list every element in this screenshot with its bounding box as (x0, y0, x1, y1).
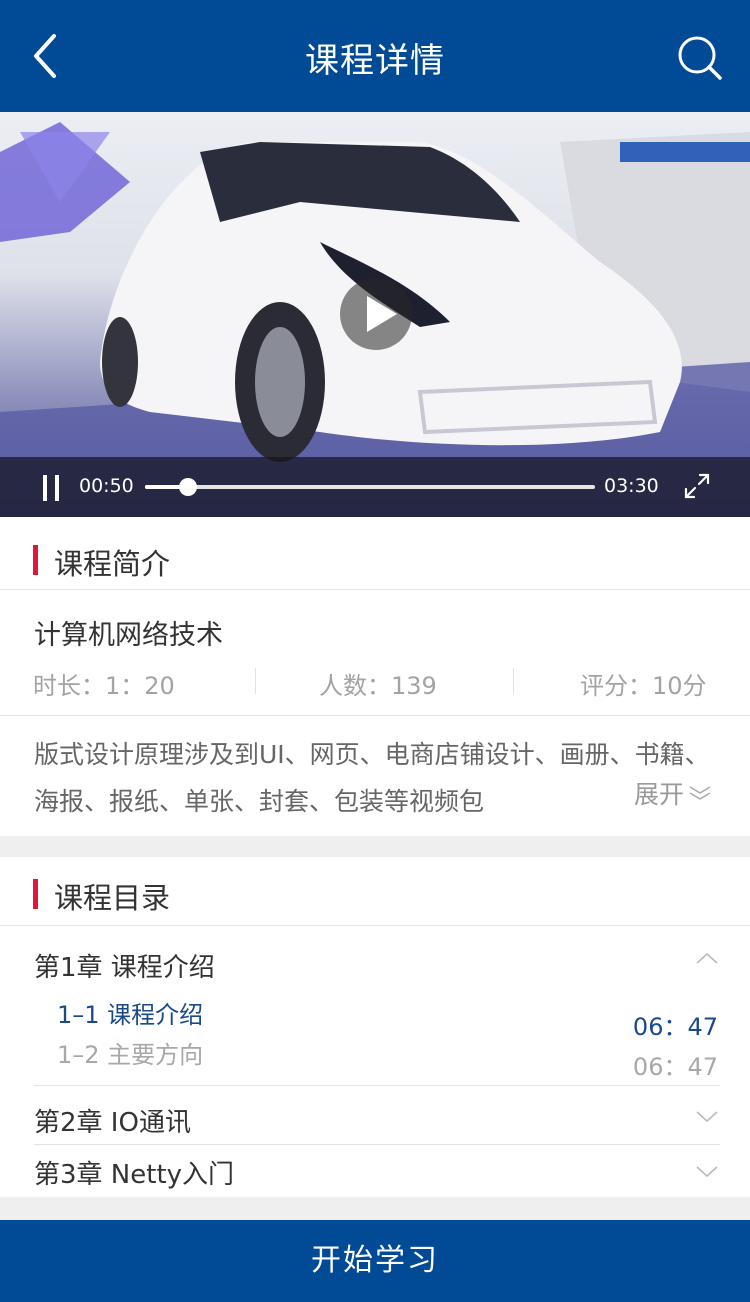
course-description: 版式设计原理涉及到UI、网页、电商店铺设计、画册、书籍、海报、报纸、单张、封套、… (34, 740, 710, 816)
section-title: 课程简介 (54, 547, 171, 581)
expand-button[interactable]: 展开 (634, 775, 712, 811)
play-button[interactable] (340, 278, 412, 350)
meta-divider (513, 668, 514, 694)
chevron-down-icon[interactable] (695, 1110, 719, 1124)
player-control-bar: 00:50 03:30 (0, 457, 750, 517)
progress-slider[interactable] (145, 478, 595, 496)
fullscreen-icon[interactable] (683, 472, 711, 500)
course-name: 计算机网络技术 (34, 620, 223, 651)
lesson-1-2-duration: 06：47 (632, 1053, 718, 1081)
chevron-down-icon[interactable] (695, 1165, 719, 1179)
chapter-1-title[interactable]: 第1章 课程介绍 (34, 947, 215, 984)
progress-knob[interactable] (178, 478, 197, 496)
meta-divider (255, 668, 256, 694)
section-header: 课程目录 (0, 857, 750, 926)
course-catalog-section: 课程目录 第1章 课程介绍 1–1 课程介绍 06：47 1–2 主要方向 06… (0, 857, 750, 1197)
lesson-1-2[interactable]: 1–2 主要方向 (57, 1035, 203, 1070)
search-icon[interactable] (676, 34, 724, 82)
course-duration: 时长：1：20 (33, 672, 175, 700)
video-player[interactable]: 00:50 03:30 (0, 112, 750, 517)
start-learning-button[interactable]: 开始学习 (0, 1220, 750, 1302)
chevron-up-icon[interactable] (695, 951, 719, 965)
divider (34, 1085, 720, 1086)
section-marker (33, 879, 38, 909)
course-enrollment: 人数：139 (319, 672, 437, 700)
pause-icon[interactable] (40, 475, 62, 501)
section-header: 课程简介 (0, 517, 750, 590)
chapter-2-title[interactable]: 第2章 IO通讯 (34, 1102, 191, 1139)
chapter-3-title[interactable]: 第3章 Netty入门 (34, 1154, 234, 1191)
total-time: 03:30 (604, 475, 659, 497)
expand-label: 展开 (634, 780, 685, 809)
course-rating: 评分：10分 (580, 672, 707, 700)
divider (34, 1144, 720, 1145)
double-chevron-down-icon (689, 786, 711, 800)
lesson-1-1[interactable]: 1–1 课程介绍 (57, 995, 203, 1030)
current-time: 00:50 (79, 475, 134, 497)
section-marker (33, 545, 38, 575)
page-title: 课程详情 (305, 41, 445, 81)
course-intro-section: 课程简介 计算机网络技术 时长：1：20 人数：139 评分：10分 版式设计原… (0, 517, 750, 836)
top-nav-bar: 课程详情 (0, 0, 750, 112)
section-title: 课程目录 (54, 881, 171, 915)
divider (0, 715, 750, 716)
lesson-1-1-duration: 06：47 (632, 1013, 718, 1041)
